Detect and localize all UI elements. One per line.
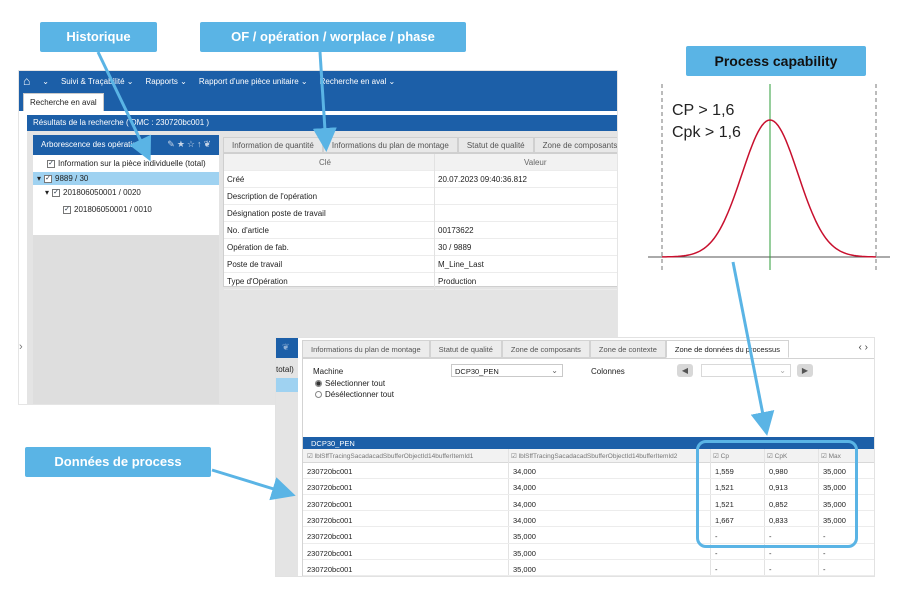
arrow-historique	[96, 51, 152, 162]
arrow-process-capability	[731, 261, 775, 436]
annotation-arrows	[96, 51, 775, 501]
arrow-donnees-process	[211, 468, 296, 501]
arrow-of-operation	[312, 51, 337, 152]
